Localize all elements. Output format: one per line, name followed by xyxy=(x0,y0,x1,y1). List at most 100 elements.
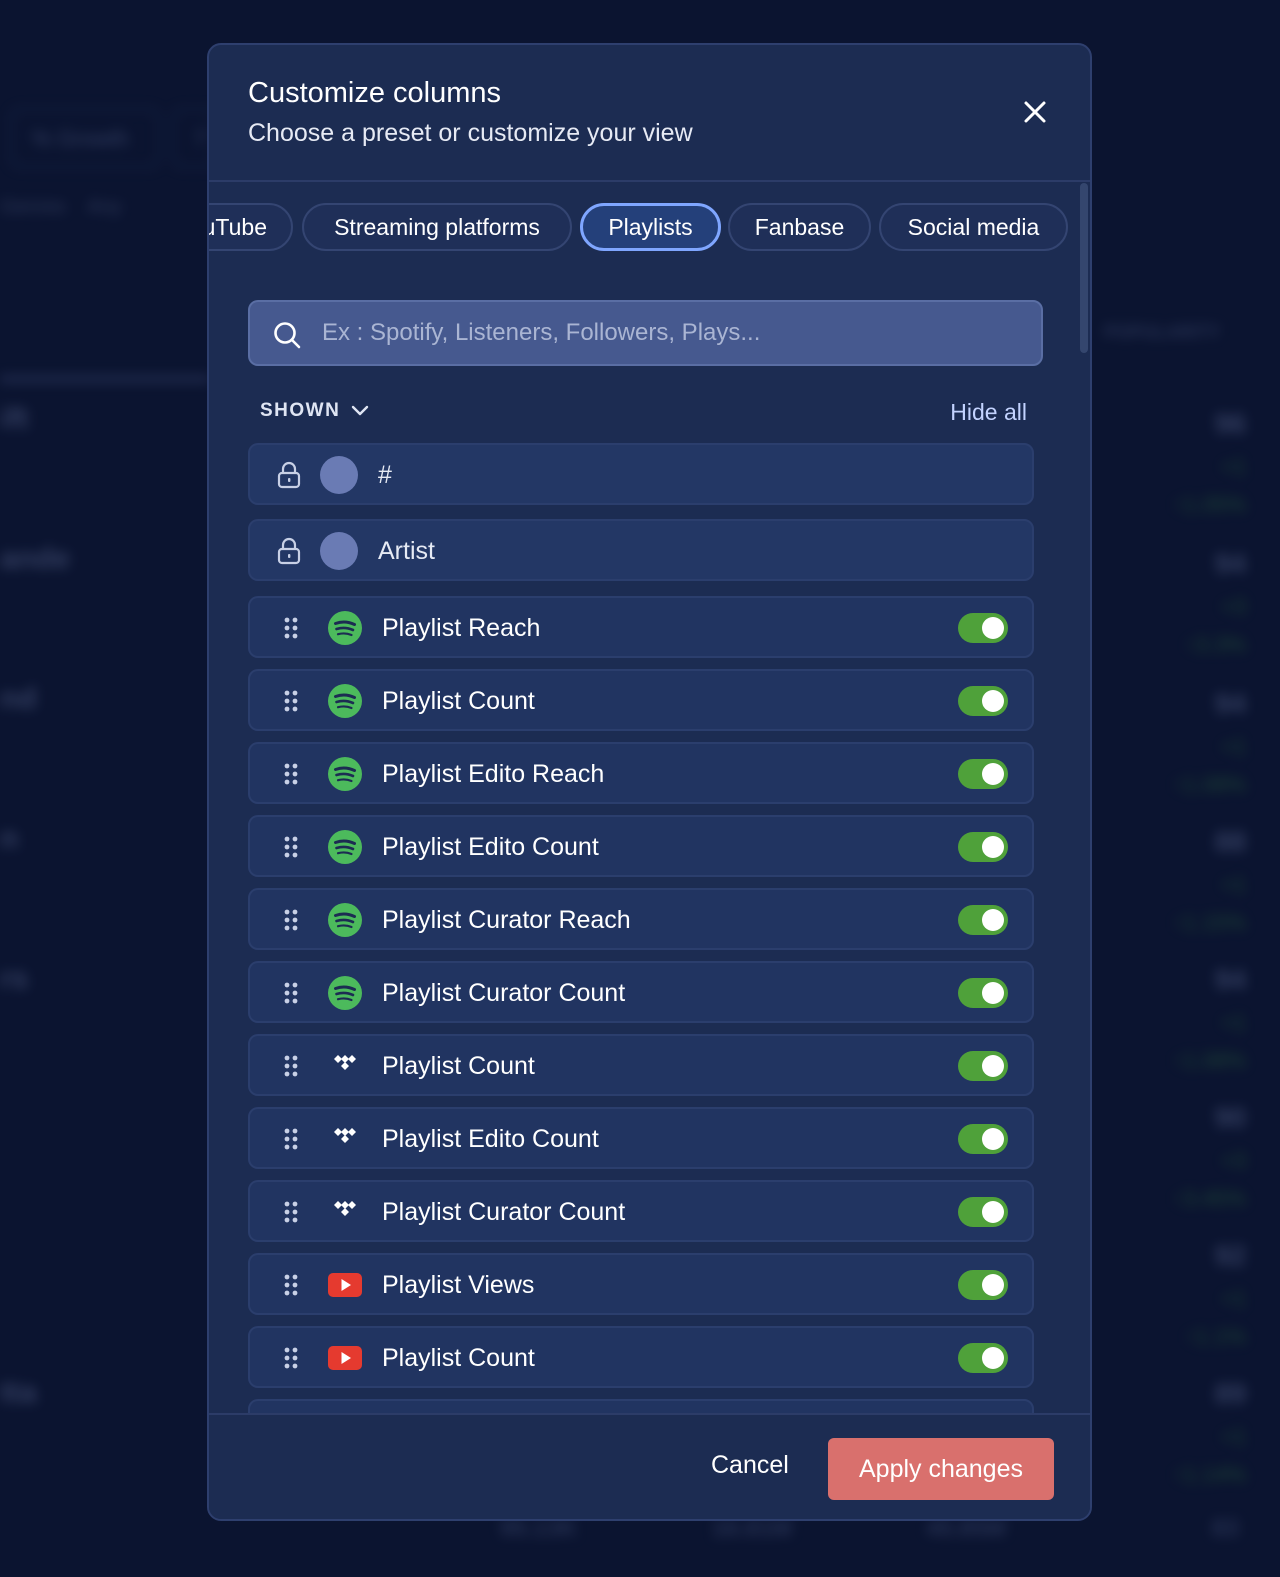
hide-all-button[interactable]: Hide all xyxy=(950,399,1027,426)
bg-growth-chip: % Growth xyxy=(10,108,160,168)
column-row: Playlist Count xyxy=(248,1034,1034,1096)
bg-score-pct: ↑1.05% xyxy=(1172,492,1246,517)
toggle-knob xyxy=(982,1055,1004,1077)
close-button[interactable] xyxy=(1020,97,1050,127)
bg-artist-name: ande xyxy=(0,542,71,575)
column-row: Playlist Views xyxy=(248,1253,1034,1315)
modal-scrollbar[interactable] xyxy=(1080,183,1088,353)
toggle-knob xyxy=(982,1128,1004,1150)
tidal-icon xyxy=(334,1128,356,1143)
shown-section-toggle[interactable]: SHOWN xyxy=(260,400,370,422)
bg-artist-name: ift xyxy=(0,402,29,435)
bg-score-pct: ↑3.45% xyxy=(1172,1186,1246,1211)
drag-handle-icon[interactable] xyxy=(280,761,302,787)
youtube-icon xyxy=(328,1273,362,1297)
bg-score-delta: +1 xyxy=(1220,1286,1246,1311)
column-toggle[interactable] xyxy=(958,978,1008,1008)
background-right-panel: POPULARITY 96 +1 ↑1.05% 94 +3 ↑3.3% 94 +… xyxy=(1090,0,1280,1577)
tab-social-media[interactable]: Social media xyxy=(879,203,1068,251)
bg-score-value: 92 xyxy=(1214,1240,1246,1271)
bg-score: 94 +1 ↑1.08% xyxy=(1173,964,1246,1074)
bg-score-delta: +1 xyxy=(1220,734,1246,759)
search-field xyxy=(248,300,1043,366)
row-label: Playlist Edito Count xyxy=(382,833,599,861)
drag-handle-icon[interactable] xyxy=(280,980,302,1006)
column-toggle[interactable] xyxy=(958,832,1008,862)
row-label: Playlist Count xyxy=(382,687,535,715)
tidal-icon xyxy=(334,1201,356,1216)
column-toggle[interactable] xyxy=(958,1124,1008,1154)
tab-youtube[interactable]: uTube xyxy=(209,203,293,251)
tab-streaming-platforms[interactable]: Streaming platforms xyxy=(302,203,572,251)
bg-artist-name: nd xyxy=(0,682,37,715)
bg-score-delta: +1 xyxy=(1220,1010,1246,1035)
toggle-knob xyxy=(982,909,1004,931)
column-row: Playlist Reach xyxy=(248,596,1034,658)
row-label: # xyxy=(378,461,392,489)
apply-changes-button[interactable]: Apply changes xyxy=(828,1438,1054,1500)
column-toggle[interactable] xyxy=(958,1051,1008,1081)
toggle-knob xyxy=(982,1274,1004,1296)
drag-handle-icon[interactable] xyxy=(280,1053,302,1079)
spotify-icon xyxy=(328,830,362,864)
drag-handle-icon[interactable] xyxy=(280,688,302,714)
column-row: Playlist Curator Reach xyxy=(248,888,1034,950)
close-icon xyxy=(1024,101,1046,123)
bg-score: 88 +1 ↑1.15% xyxy=(1173,826,1246,936)
bg-score-value: 94 xyxy=(1214,688,1246,719)
spotify-icon xyxy=(328,976,362,1010)
bg-artist-name: rs xyxy=(0,962,29,995)
youtube-icon xyxy=(328,1346,362,1370)
drag-handle-icon[interactable] xyxy=(280,1126,302,1152)
row-label: Playlist Edito Reach xyxy=(382,760,605,788)
row-label: Playlist Count xyxy=(382,1052,535,1080)
modal-title: Customize columns xyxy=(248,77,502,109)
bg-score: 96 +1 ↑1.05% xyxy=(1173,408,1246,518)
column-toggle[interactable] xyxy=(958,1197,1008,1227)
tab-label: Social media xyxy=(907,213,1040,240)
spotify-icon xyxy=(328,903,362,937)
drag-handle-icon[interactable] xyxy=(280,834,302,860)
drag-handle-icon[interactable] xyxy=(280,1345,302,1371)
modal-subtitle: Choose a preset or customize your view xyxy=(248,119,693,147)
bg-genres-value: Any xyxy=(87,196,122,218)
spotify-icon xyxy=(328,684,362,718)
column-toggle[interactable] xyxy=(958,1343,1008,1373)
drag-handle-icon[interactable] xyxy=(280,615,302,641)
column-row: Playlist Edito Count xyxy=(248,815,1034,877)
spotify-icon xyxy=(328,757,362,791)
cancel-button[interactable]: Cancel xyxy=(711,1451,789,1480)
column-toggle[interactable] xyxy=(958,759,1008,789)
bg-score-delta: +3 xyxy=(1220,594,1246,619)
column-toggle[interactable] xyxy=(958,905,1008,935)
toggle-knob xyxy=(982,982,1004,1004)
toggle-knob xyxy=(982,690,1004,712)
row-label: Playlist Count xyxy=(382,1344,535,1372)
row-label: Playlist Curator Count xyxy=(382,1198,626,1226)
row-label: Playlist Curator Reach xyxy=(382,906,631,934)
bg-divider xyxy=(0,376,210,382)
column-row: Playlist Curator Count xyxy=(248,961,1034,1023)
toggle-knob xyxy=(982,763,1004,785)
row-label: Playlist Edito Count xyxy=(382,1125,599,1153)
tidal-icon xyxy=(334,1055,356,1070)
row-label: Playlist Reach xyxy=(382,614,541,642)
tab-fanbase[interactable]: Fanbase xyxy=(728,203,871,251)
search-input[interactable] xyxy=(322,302,1022,364)
tab-playlists[interactable]: Playlists xyxy=(580,203,721,251)
bg-artist-name: tta xyxy=(0,1376,37,1409)
drag-handle-icon[interactable] xyxy=(280,907,302,933)
bg-score-value: 96 xyxy=(1214,408,1246,439)
bg-score-value: 90 xyxy=(1214,1102,1246,1133)
column-toggle[interactable] xyxy=(958,686,1008,716)
bg-score-delta: +1 xyxy=(1220,1424,1246,1449)
column-row: Playlist Count xyxy=(248,1326,1034,1388)
section-label: SHOWN xyxy=(260,400,341,421)
drag-handle-icon[interactable] xyxy=(280,1199,302,1225)
bg-popularity-header: POPULARITY xyxy=(1104,322,1221,342)
column-toggle[interactable] xyxy=(958,1270,1008,1300)
bg-score-pct: ↑3.3% xyxy=(1184,632,1246,657)
column-toggle[interactable] xyxy=(958,613,1008,643)
avatar xyxy=(320,532,358,570)
drag-handle-icon[interactable] xyxy=(280,1272,302,1298)
